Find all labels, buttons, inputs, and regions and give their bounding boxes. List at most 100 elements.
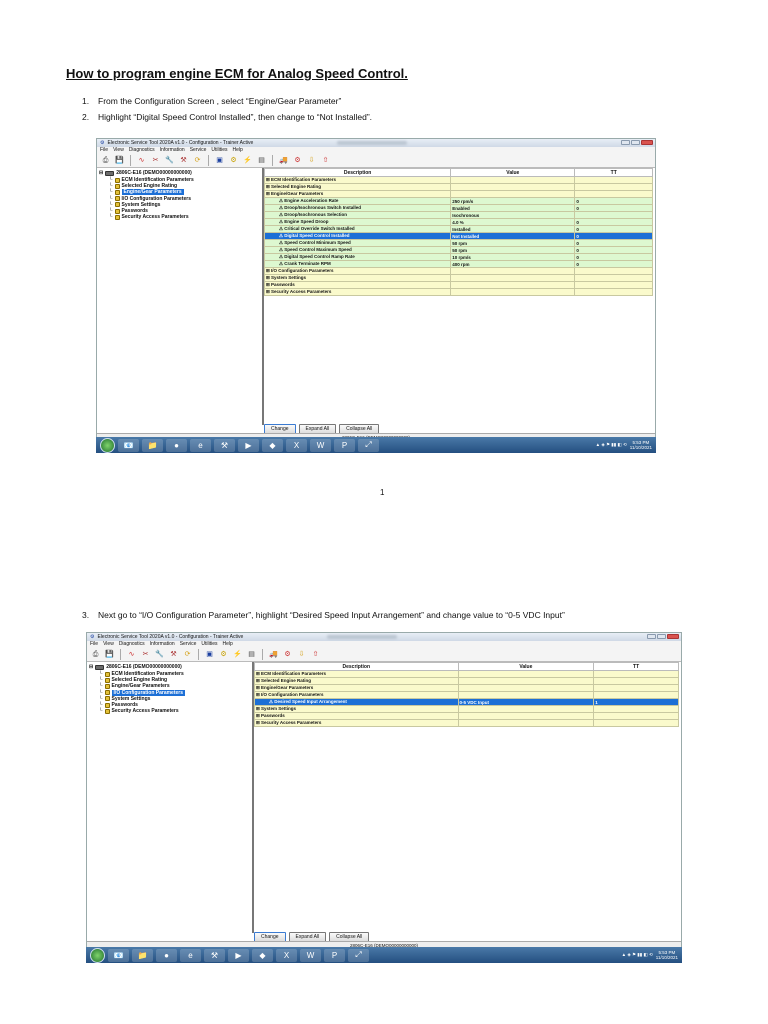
ppt-icon[interactable]: P — [334, 438, 355, 452]
table-row[interactable]: ⊞ Engine/Gear Parameters — [254, 684, 679, 692]
table-row[interactable]: ⊞ ECM Identification Parameters — [254, 670, 679, 678]
close-button[interactable] — [641, 140, 653, 145]
download-icon[interactable]: ⇩ — [306, 155, 317, 166]
table-row[interactable]: ⊞ Security Access Parameters — [263, 288, 653, 296]
tree-item[interactable]: └ ECM Identification Parameters — [99, 671, 184, 677]
table-row[interactable]: ⊞ Security Access Parameters — [254, 719, 679, 727]
chrome-icon[interactable]: ● — [166, 438, 187, 452]
minimize-button[interactable] — [621, 140, 630, 145]
flash-icon[interactable]: ⚡ — [232, 649, 243, 660]
app-icon[interactable]: ◆ — [252, 948, 273, 962]
tools2-icon[interactable]: ⚒ — [178, 155, 189, 166]
row-value[interactable]: 50 rpm — [450, 246, 576, 254]
table-row[interactable]: ⊞ ECM Identification Parameters — [263, 176, 653, 184]
table-row[interactable]: ⚠ Engine Acceleration Rate 250 rpm/s 0 — [263, 197, 653, 205]
media-icon[interactable]: ▶ — [228, 948, 249, 962]
table-row[interactable]: ⚠ Droop/Isochronous Switch Installed Enab… — [263, 204, 653, 212]
tree-item[interactable]: └ Engine/Gear Parameters — [99, 683, 170, 689]
upload-icon[interactable]: ⇧ — [320, 155, 331, 166]
row-value[interactable]: Installed — [450, 225, 576, 233]
explorer-icon[interactable]: 📁 — [142, 438, 163, 452]
truck-icon[interactable]: 🚚 — [268, 649, 279, 660]
wrench-icon[interactable]: 🔧 — [154, 649, 165, 660]
signal-icon[interactable]: ∿ — [136, 155, 147, 166]
row-value[interactable]: 50 rpm — [450, 239, 576, 247]
start-button[interactable] — [90, 947, 105, 963]
outlook-icon[interactable]: 📧 — [118, 438, 139, 452]
tree-item[interactable]: └ I/O Configuration Parameters — [99, 689, 186, 696]
tools-icon[interactable]: ✂ — [150, 155, 161, 166]
table-row[interactable]: ⊞ System Settings — [263, 274, 653, 282]
table-row[interactable]: ⊞ Passwords — [254, 712, 679, 720]
ie-icon[interactable]: e — [180, 948, 201, 962]
column-tt[interactable]: TT — [593, 662, 679, 671]
tree-item[interactable]: └ Security Access Parameters — [109, 214, 189, 220]
column-tt[interactable]: TT — [574, 168, 653, 177]
table-row[interactable]: ⊞ I/O Configuration Parameters — [263, 267, 653, 275]
row-value[interactable]: 4.0 % — [450, 218, 576, 226]
truck-icon[interactable]: 🚚 — [278, 155, 289, 166]
column-value[interactable]: Value — [457, 662, 595, 671]
sync-icon[interactable]: ⟳ — [182, 649, 193, 660]
pdf-icon[interactable]: ⤢ — [358, 438, 379, 452]
ecm-icon[interactable]: ▣ — [214, 155, 225, 166]
maximize-button[interactable] — [657, 634, 666, 639]
word-icon[interactable]: W — [310, 438, 331, 452]
expand-toggle[interactable]: ⊟ — [89, 664, 93, 670]
table-row[interactable]: ⊞ I/O Configuration Parameters — [254, 691, 679, 699]
tools-icon[interactable]: ⚒ — [204, 948, 225, 962]
excel-icon[interactable]: X — [286, 438, 307, 452]
row-value[interactable]: Enabled — [450, 204, 576, 212]
printer-icon[interactable]: ⎙ — [100, 155, 111, 166]
tree-root[interactable]: ⊟ 2806C-E16 (DEMO00000000000) — [89, 664, 182, 670]
maximize-button[interactable] — [631, 140, 640, 145]
column-description[interactable]: Description — [254, 662, 459, 671]
flash-icon[interactable]: ⚡ — [242, 155, 253, 166]
tools-icon[interactable]: ✂ — [140, 649, 151, 660]
app-icon[interactable]: ◆ — [262, 438, 283, 452]
word-icon[interactable]: W — [300, 948, 321, 962]
row-value[interactable]: 10 rpm/s — [450, 253, 576, 261]
table-row[interactable]: ⚠ Desired Speed Input Arrangement 0-5 VDC… — [254, 698, 679, 706]
table-row[interactable]: ⚠ Engine Speed Droop 4.0 % 0 — [263, 218, 653, 226]
table-row[interactable]: ⊞ Passwords — [263, 281, 653, 289]
gear-icon[interactable]: ⚙ — [218, 649, 229, 660]
table-row[interactable]: ⊞ Selected Engine Rating — [254, 677, 679, 685]
row-value[interactable]: 400 rpm — [450, 260, 576, 268]
media-icon[interactable]: ▶ — [238, 438, 259, 452]
expand-toggle[interactable]: ⊟ — [99, 170, 103, 176]
tree-item[interactable]: └ I/O Configuration Parameters — [109, 196, 191, 202]
table-row[interactable]: ⚠ Droop/Isochronous Selection Isochronous — [263, 211, 653, 219]
minimize-button[interactable] — [647, 634, 656, 639]
tree-item[interactable]: └ System Settings — [109, 202, 160, 208]
tree-item[interactable]: └ Passwords — [99, 702, 138, 708]
tree-item[interactable]: └ ECM Identification Parameters — [109, 177, 194, 183]
table-row[interactable]: ⚠ Speed Control Minimum Speed 50 rpm 0 — [263, 239, 653, 247]
tray-icons[interactable]: ▲ ◈ ⚑ ▮▮ ◧ ⟲ — [622, 952, 653, 958]
tree-item[interactable]: └ Passwords — [109, 208, 148, 214]
start-button[interactable] — [100, 437, 115, 453]
column-description[interactable]: Description — [263, 168, 452, 177]
pdf-icon[interactable]: ⤢ — [348, 948, 369, 962]
signal-icon[interactable]: ∿ — [126, 649, 137, 660]
sync-icon[interactable]: ⟳ — [192, 155, 203, 166]
tree-item[interactable]: └ System Settings — [99, 696, 150, 702]
table-row[interactable]: ⊞ Engine/Gear Parameters — [263, 190, 653, 198]
tools2-icon[interactable]: ⚒ — [168, 649, 179, 660]
save-icon[interactable]: 💾 — [104, 649, 115, 660]
table-row[interactable]: ⚠ Crank Terminate RPM 400 rpm 0 — [263, 260, 653, 268]
monitor-icon[interactable]: ▤ — [246, 649, 257, 660]
config-icon[interactable]: ⚙ — [282, 649, 293, 660]
table-row[interactable]: ⚠ Digital Speed Control Ramp Rate 10 rpm/… — [263, 253, 653, 261]
table-row[interactable]: ⚠ Critical Override Switch Installed Inst… — [263, 225, 653, 233]
tools-icon[interactable]: ⚒ — [214, 438, 235, 452]
wrench-icon[interactable]: 🔧 — [164, 155, 175, 166]
row-value[interactable]: Not Installed — [450, 232, 576, 240]
table-row[interactable]: ⊞ System Settings — [254, 705, 679, 713]
table-row[interactable]: ⚠ Digital Speed Control Installed Not Ins… — [263, 232, 653, 240]
save-icon[interactable]: 💾 — [114, 155, 125, 166]
tree-root[interactable]: ⊟ 2806C-E16 (DEMO00000000000) — [99, 170, 192, 176]
gear-icon[interactable]: ⚙ — [228, 155, 239, 166]
close-button[interactable] — [667, 634, 679, 639]
tray-icons[interactable]: ▲ ◈ ⚑ ▮▮ ◧ ⟲ — [596, 442, 627, 448]
